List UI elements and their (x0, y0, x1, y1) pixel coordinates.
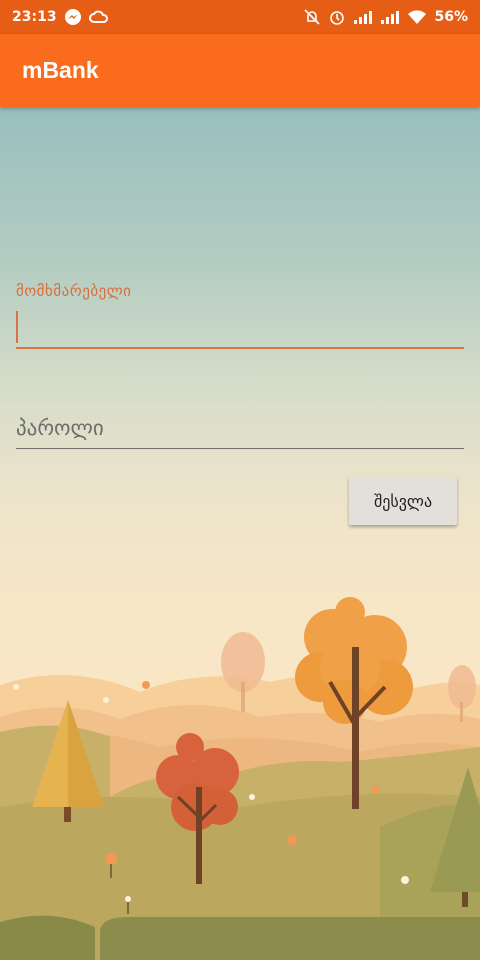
username-label: მომხმარებელი (16, 282, 132, 300)
signal-icon (380, 10, 400, 24)
wifi-icon (407, 9, 427, 25)
username-input[interactable] (16, 307, 464, 349)
autumn-landscape-illustration (0, 597, 480, 960)
alarm-icon (328, 8, 346, 26)
cloud-icon (88, 9, 109, 25)
app-title: mBank (22, 57, 99, 83)
battery-percent: 56% (434, 9, 468, 25)
status-bar: 23:13 56% (0, 0, 480, 34)
app-bar: mBank (0, 34, 480, 107)
login-screen: მომხმარებელი შესვლა (0, 107, 480, 960)
status-right: 56% (303, 8, 468, 26)
muted-notification-icon (303, 8, 321, 26)
status-left: 23:13 (12, 8, 109, 26)
signal-icon (353, 10, 373, 24)
text-caret (16, 311, 18, 343)
status-time: 23:13 (12, 9, 57, 25)
password-input[interactable] (16, 407, 464, 449)
login-button[interactable]: შესვლა (349, 477, 457, 525)
messenger-icon (64, 8, 82, 26)
